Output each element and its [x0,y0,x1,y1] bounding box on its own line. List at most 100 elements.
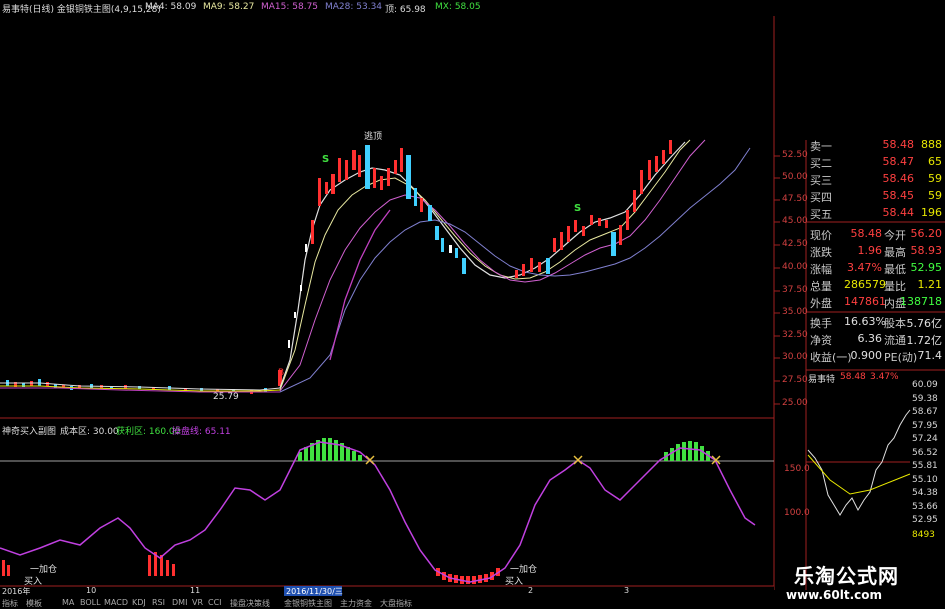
sub-title: 神奇买入副图 [2,427,57,437]
stat-value: 6.36 [857,332,883,345]
stat-label: 今开 [884,229,906,242]
ma28-label: MA28: 53.34 [325,2,383,12]
order-row: 卖一 58.48 888 [808,137,944,154]
price-tick: 40.00 [782,262,808,272]
price-tick: 30.00 [782,352,808,362]
stat-value: 1.72亿 [906,334,943,347]
order-label: 买四 [810,191,832,204]
stat-label: 量比 [884,280,906,293]
stat-value: 1.96 [857,244,883,257]
ma15-label: MA15: 58.75 [261,2,319,12]
tab-indicator[interactable]: 指标 [2,598,18,609]
stat-label: 总量 [810,280,832,293]
date-m2: 2 [528,586,534,595]
mini-tick: 58.67 [912,407,938,417]
stat-label: 流通 [884,334,906,347]
tab-main-funds[interactable]: 主力资金 [340,598,372,609]
price-tick: 47.50 [782,194,808,204]
order-volume: 888 [921,138,942,151]
order-row: 买四 58.45 59 [808,188,944,205]
tab-dmi[interactable]: DMI [172,598,187,607]
stat-label: PE(动) [884,351,918,364]
stat-row: 收益(一) 0.900 PE(动) 71.4 [808,348,944,365]
stat-value: 286579 [844,278,886,291]
stat-row: 涨幅 3.47% 最低 52.95 [808,260,944,277]
price-tick: 50.00 [782,172,808,182]
mx-label: MX: 58.05 [435,2,481,12]
stat-label: 最低 [884,263,906,276]
tab-cci[interactable]: CCI [208,598,222,607]
buy-label-2: 买入 [505,577,524,587]
tab-kdj[interactable]: KDJ [132,598,146,607]
price-tick: 32.50 [782,330,808,340]
date-m3: 3 [624,586,630,595]
chart-title: 易事特(日线) 金银铜铁主图(4,9,15,28) [2,5,161,15]
ma9-label: MA9: 58.27 [203,2,255,12]
stat-value: 56.20 [910,227,943,240]
sell-marker: S [322,154,330,165]
order-row: 买五 58.44 196 [808,205,944,222]
price-axis-ticks [774,155,780,405]
sub-axis-tick: 150.0 [784,464,810,474]
mini-tick: 60.09 [912,380,938,390]
stat-row: 现价 58.48 今开 56.20 [808,226,944,243]
stat-value: 3.47% [847,261,882,274]
order-price: 58.45 [882,189,915,202]
mini-tick: 52.95 [912,515,938,525]
price-tick: 52.50 [782,150,808,160]
stat-value: 147861 [844,295,886,308]
mini-title: 易事特 [808,375,836,385]
order-label: 买三 [810,174,832,187]
price-tick: 37.50 [782,285,808,295]
low-label: 25.79 [213,392,239,402]
tab-decision-line[interactable]: 操盘决策线 [230,598,270,609]
tab-vr[interactable]: VR [192,598,203,607]
mini-tick: 57.24 [912,434,938,444]
stat-row: 外盘 147861 内盘 138718 [808,294,944,311]
order-volume: 59 [928,189,942,202]
order-row: 买二 58.47 65 [808,154,944,171]
stat-row: 净资 6.36 流通 1.72亿 [808,331,944,348]
buy-marker: B [278,368,285,378]
mini-tick: 54.38 [912,488,938,498]
sub-oscillator [0,441,756,583]
order-price: 58.46 [882,172,915,185]
date-year: 2016年 [2,587,31,596]
mini-tick: 55.10 [912,474,938,485]
mini-tick: 57.95 [912,420,938,431]
price-tick: 42.50 [782,239,808,249]
mini-tick: 55.81 [912,461,938,471]
order-row: 买三 58.46 59 [808,171,944,188]
stat-row: 涨跌 1.96 最高 58.93 [808,243,944,260]
stat-value: 71.4 [917,349,943,362]
tab-macd[interactable]: MACD [104,598,128,607]
tab-ma[interactable]: MA [62,598,74,607]
tab-main-indicator[interactable]: 金银铜铁主图 [284,598,332,609]
trade-line-label: 操盘线: 65.11 [172,427,231,437]
tab-template[interactable]: 模板 [26,598,42,609]
order-label: 买五 [810,208,832,221]
stat-row: 换手 16.63% 股本 5.76亿 [808,314,944,331]
stat-value: 138718 [900,295,942,308]
stat-row: 总量 286579 量比 1.21 [808,277,944,294]
stat-label: 外盘 [810,297,832,310]
sub-axis-tick: 100.0 [784,508,810,518]
tab-market-index[interactable]: 大盘指标 [380,598,412,609]
tab-boll[interactable]: BOLL [80,598,101,607]
stat-label: 净资 [810,334,832,347]
order-label: 卖一 [810,140,832,153]
stat-label: 涨幅 [810,263,832,276]
date-selected[interactable]: 2016/11/30/三 [286,586,343,597]
ma4-label: MA4: 58.09 [145,2,197,12]
order-price: 58.48 [882,138,915,151]
cost-label: 成本区: 30.00 [60,427,119,437]
sell-marker-2: S [574,203,582,214]
tab-rsi[interactable]: RSI [152,598,165,607]
sub-green-bars [298,438,710,461]
stat-value: 5.76亿 [906,317,943,330]
stat-label: 涨跌 [810,246,832,259]
order-volume: 196 [921,206,942,219]
date-m11: 11 [190,586,201,595]
hao-label: 顶: 65.98 [385,5,426,15]
order-volume: 65 [928,155,942,168]
